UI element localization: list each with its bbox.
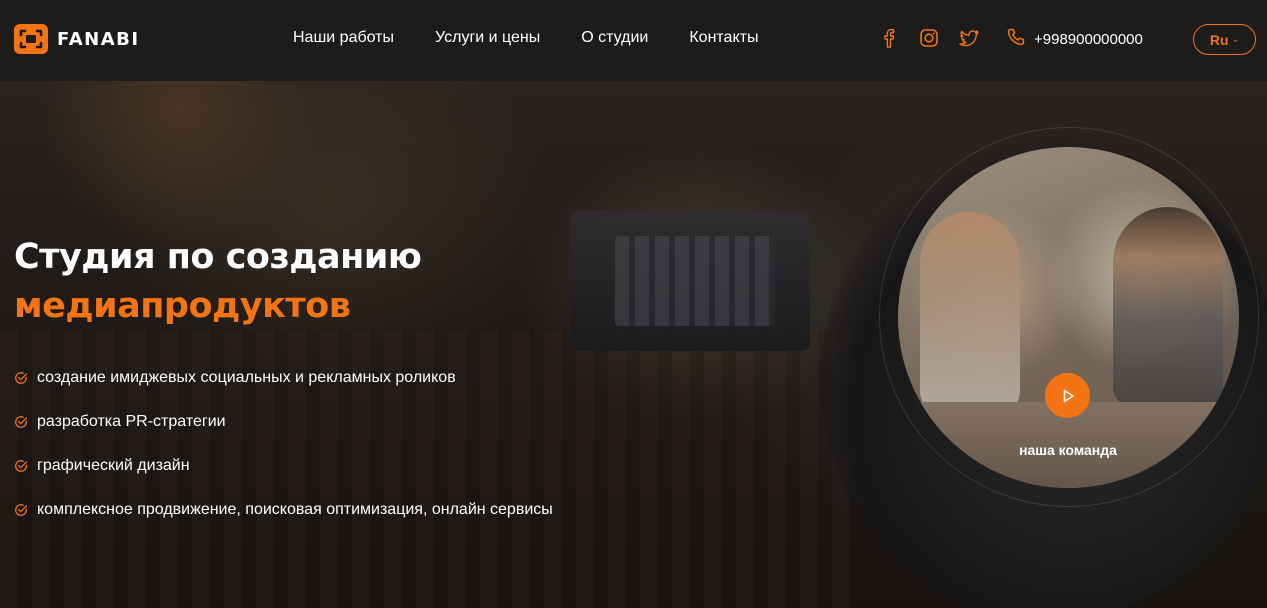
- feature-text: разработка PR-стратегии: [37, 413, 226, 430]
- nav-item-services[interactable]: Услуги и цены: [435, 29, 540, 47]
- list-item: комплексное продвижение, поисковая оптим…: [14, 500, 574, 520]
- play-icon: [1063, 389, 1074, 402]
- hero-title-line2: медиапродуктов: [14, 286, 351, 326]
- language-value: Ru: [1209, 31, 1229, 48]
- feature-text: комплексное продвижение, поисковая оптим…: [37, 501, 553, 518]
- phone-icon: [1006, 27, 1026, 51]
- play-button[interactable]: [1045, 373, 1090, 418]
- logo[interactable]: FANABI: [14, 24, 140, 54]
- site-header: FANABI Наши работы Услуги и цены О студи…: [0, 0, 1267, 81]
- feature-text: создание имиджевых социальных и рекламны…: [37, 369, 456, 386]
- hero-title: Студия по созданию медиапродуктов: [14, 233, 422, 331]
- nav-item-works[interactable]: Наши работы: [293, 29, 394, 47]
- list-item: создание имиджевых социальных и рекламны…: [14, 368, 574, 388]
- feature-text: графический дизайн: [37, 457, 190, 474]
- phone-link[interactable]: +998900000000: [1006, 27, 1143, 51]
- list-item: графический дизайн: [14, 456, 574, 476]
- chevron-down-icon: ⌄: [1231, 34, 1240, 44]
- social-links: [878, 27, 980, 49]
- feature-list: создание имиджевых социальных и рекламны…: [14, 368, 574, 544]
- hero-title-line1: Студия по созданию: [14, 237, 422, 277]
- main-nav: Наши работы Услуги и цены О студии Конта…: [293, 29, 799, 47]
- check-circle-icon: [15, 504, 28, 516]
- video-label: наша команда: [1019, 442, 1117, 458]
- check-circle-icon: [15, 416, 28, 428]
- instagram-icon[interactable]: [918, 27, 940, 49]
- phone-number: +998900000000: [1034, 30, 1143, 48]
- logo-icon: [14, 24, 48, 54]
- check-circle-icon: [15, 460, 28, 472]
- logo-text: FANABI: [57, 28, 140, 50]
- team-video-thumbnail[interactable]: [898, 147, 1239, 488]
- twitter-icon[interactable]: [958, 27, 980, 49]
- check-circle-icon: [15, 372, 28, 384]
- nav-item-about[interactable]: О студии: [581, 29, 648, 47]
- list-item: разработка PR-стратегии: [14, 412, 574, 432]
- facebook-icon[interactable]: [878, 27, 900, 49]
- nav-item-contacts[interactable]: Контакты: [689, 29, 758, 47]
- language-selector[interactable]: Ru ⌄: [1193, 24, 1256, 55]
- background-camera-monitor: [570, 211, 810, 351]
